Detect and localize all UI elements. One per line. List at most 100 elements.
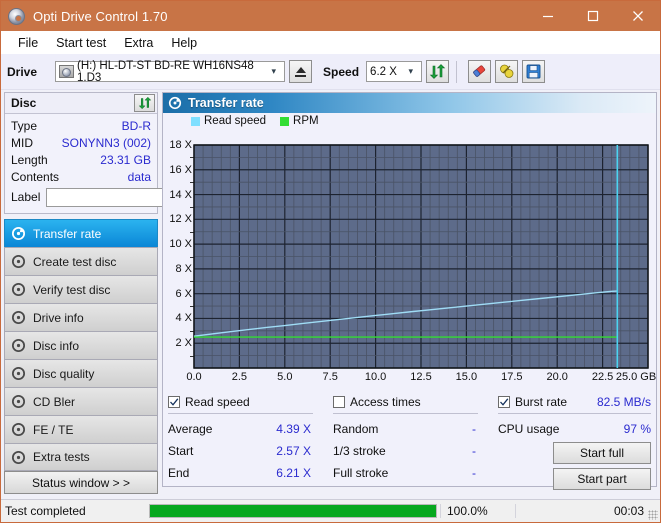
floppy-save-icon — [526, 64, 541, 79]
burst-rate-column: Burst rate 82.5 MB/s CPU usage 97 % Star… — [498, 393, 651, 490]
sidebar-item-verify-test-disc[interactable]: Verify test disc — [4, 275, 158, 303]
disc-row-label: Label — [11, 186, 249, 208]
start-full-button[interactable]: Start full — [553, 442, 651, 464]
access-times-checkbox-row[interactable]: Access times — [333, 393, 498, 410]
disc-icon — [11, 254, 26, 269]
access-times-checkbox[interactable] — [333, 395, 345, 408]
menu-item-extra[interactable]: Extra — [115, 34, 162, 52]
erase-button[interactable] — [468, 60, 492, 83]
eraser-icon — [473, 65, 486, 77]
stat-value: 6.21 X — [276, 466, 311, 480]
status-window-button[interactable]: Status window > > — [4, 471, 158, 494]
sidebar-item-label: Disc info — [33, 338, 80, 353]
stat-key: Average — [168, 422, 213, 436]
stat-row-average: Average 4.39 X — [168, 418, 333, 440]
disc-key: MID — [11, 135, 33, 150]
read-speed-column: Read speed Average 4.39 X Start 2.57 X E… — [168, 393, 333, 490]
sidebar-item-cd-bler[interactable]: CD Bler — [4, 387, 158, 415]
drive-select-value: (H:) HL-DT-ST BD-RE WH16NS48 1.D3 — [77, 59, 254, 84]
disc-icon — [168, 96, 182, 110]
panel-title: Transfer rate — [188, 96, 264, 110]
test-buttons: Start full Start part — [498, 442, 651, 490]
stat-key: Random — [333, 422, 379, 436]
disc-icon — [11, 226, 26, 241]
menu-item-file[interactable]: File — [9, 34, 47, 52]
read-speed-checkbox[interactable] — [168, 395, 180, 408]
sidebar-item-label: CD Bler — [33, 394, 76, 409]
disc-value: data — [127, 169, 151, 184]
sidebar-item-label: Disc quality — [33, 366, 95, 381]
read-speed-checkbox-row[interactable]: Read speed — [168, 393, 333, 410]
window-controls — [525, 1, 660, 31]
status-window-wrap: Status window > > — [4, 471, 158, 497]
stat-row-full-stroke: Full stroke - — [333, 462, 498, 484]
eject-button[interactable] — [289, 60, 313, 83]
stat-row-start: Start 2.57 X — [168, 440, 333, 462]
app-window: Opti Drive Control 1.70 File Start test … — [0, 0, 661, 523]
refresh-button[interactable] — [426, 60, 450, 83]
access-times-label: Access times — [350, 394, 421, 409]
eject-icon — [295, 66, 306, 73]
disc-icon — [11, 394, 26, 409]
save-button[interactable] — [522, 60, 546, 83]
drive-select[interactable]: (H:) HL-DT-ST BD-RE WH16NS48 1.D3 ▾ — [55, 59, 286, 84]
divider — [168, 413, 313, 414]
burst-rate-checkbox-row[interactable]: Burst rate 82.5 MB/s — [498, 393, 651, 410]
speed-label: Speed — [323, 64, 360, 79]
stat-row-cpu-usage: CPU usage 97 % — [498, 418, 651, 440]
divider — [498, 413, 651, 414]
sidebar-item-label: Create test disc — [33, 254, 117, 269]
stat-key: Full stroke — [333, 466, 389, 480]
sidebar-item-disc-info[interactable]: Disc info — [4, 331, 158, 359]
burst-rate-label: Burst rate — [515, 394, 568, 409]
drive-label: Drive — [7, 64, 38, 79]
stat-key: CPU usage — [498, 422, 560, 436]
tools-button[interactable] — [495, 60, 519, 83]
menu-item-start-test[interactable]: Start test — [47, 34, 115, 52]
sidebar-item-transfer-rate[interactable]: Transfer rate — [4, 219, 158, 247]
panel-header: Transfer rate — [163, 93, 656, 113]
disc-refresh-button[interactable] — [134, 94, 155, 112]
menu-bar: File Start test Extra Help — [1, 31, 660, 54]
disc-value: SONYNN3 (002) — [61, 135, 151, 150]
maximize-icon[interactable] — [570, 1, 615, 31]
burst-rate-checkbox[interactable] — [498, 395, 510, 408]
sidebar-item-label: FE / TE — [33, 422, 74, 437]
sidebar-item-label: Verify test disc — [33, 282, 111, 297]
disc-value: BD-R — [121, 118, 151, 133]
refresh-icon — [138, 96, 151, 110]
start-part-button[interactable]: Start part — [553, 468, 651, 490]
minimize-icon[interactable] — [525, 1, 570, 31]
chevron-down-icon: ▾ — [271, 66, 277, 76]
stats-panel: Read speed Average 4.39 X Start 2.57 X E… — [163, 390, 656, 490]
sidebar-item-drive-info[interactable]: Drive info — [4, 303, 158, 331]
access-times-column: Access times Random - 1/3 stroke - Full — [333, 393, 498, 490]
resize-grip-icon[interactable] — [648, 510, 658, 520]
speed-select[interactable]: 6.2 X ▾ — [366, 61, 423, 82]
status-bar: Test completed 100.0% 00:03 — [1, 499, 660, 522]
progress-bar-fill — [150, 505, 436, 517]
sidebar-item-create-test-disc[interactable]: Create test disc — [4, 247, 158, 275]
menu-item-help[interactable]: Help — [162, 34, 206, 52]
window-title: Opti Drive Control 1.70 — [33, 8, 168, 24]
stat-value: - — [472, 422, 476, 436]
stat-value: - — [472, 444, 476, 458]
drive-toolbar: Drive (H:) HL-DT-ST BD-RE WH16NS48 1.D3 … — [1, 54, 660, 90]
disc-panel: Disc Type BD-R MID SONYNN3 (002) Length … — [4, 92, 249, 214]
stat-row-random: Random - — [333, 418, 498, 440]
sidebar-item-fe-te[interactable]: FE / TE — [4, 415, 158, 443]
close-icon[interactable] — [615, 1, 660, 31]
burst-rate-value: 82.5 MB/s — [596, 394, 651, 409]
disc-icon — [11, 282, 26, 297]
disc-panel-header: Disc — [5, 93, 157, 114]
stat-key: Start — [168, 444, 194, 458]
disc-icon — [11, 422, 26, 437]
stat-value: 4.39 X — [276, 422, 311, 436]
disc-key: Type — [11, 118, 38, 133]
sidebar-item-disc-quality[interactable]: Disc quality — [4, 359, 158, 387]
sidebar-item-extra-tests[interactable]: Extra tests — [4, 443, 158, 471]
progress-percent: 100.0% — [440, 504, 515, 518]
disc-row-mid: MID SONYNN3 (002) — [11, 134, 151, 151]
progress-cell — [146, 504, 440, 518]
progress-bar — [149, 504, 437, 518]
